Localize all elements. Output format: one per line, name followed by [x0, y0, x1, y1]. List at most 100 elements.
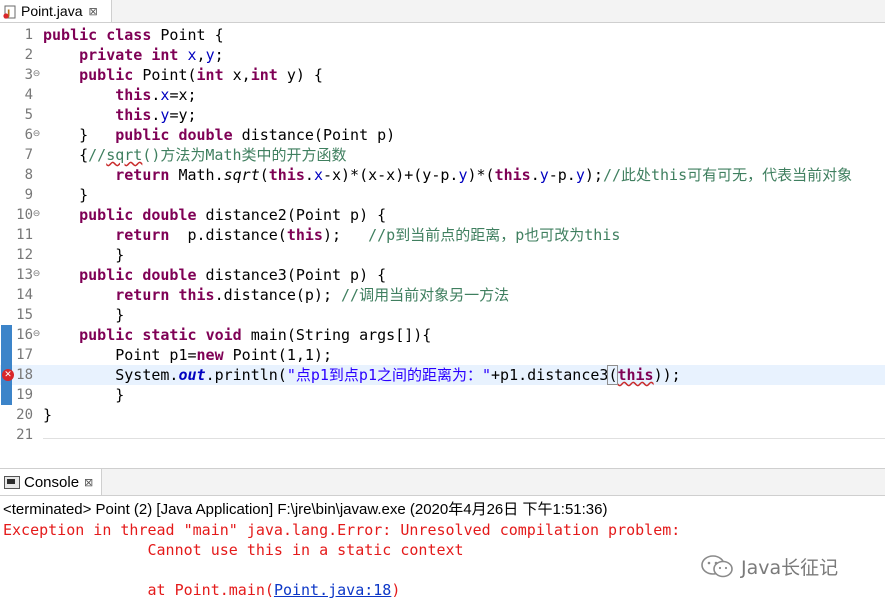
line-number: 6 — [24, 127, 33, 143]
code-token: Point { — [151, 26, 224, 44]
stack-prefix: at Point.main( — [75, 581, 274, 599]
console-tab[interactable]: Console ⊠ — [0, 469, 103, 495]
code-line[interactable]: 7 {//sqrt()方法为Math类中的开方函数 — [0, 145, 885, 165]
code-token: =y; — [169, 106, 197, 124]
code-line[interactable]: 16 ⊖ public static void main(String args[… — [0, 325, 885, 345]
line-number: 3 — [24, 67, 33, 83]
code-line[interactable]: 1 public class Point { — [0, 25, 885, 45]
code-token: -p. — [548, 166, 576, 184]
code-token: { — [43, 146, 89, 164]
code-token: public — [43, 26, 98, 44]
code-token: +p1.distance3 — [491, 366, 609, 384]
code-token: this — [268, 166, 305, 184]
code-token: "点p1到点p1之间的距离为：" — [286, 366, 492, 384]
code-line[interactable]: 12 } — [0, 245, 885, 265]
code-token: . — [304, 166, 314, 184]
code-token: out — [178, 366, 206, 384]
console-tab-bar: Console ⊠ — [0, 468, 885, 496]
fold-toggle-icon[interactable]: ⊖ — [32, 270, 41, 279]
line-number: 2 — [24, 47, 33, 63]
code-token: return — [115, 286, 170, 304]
line-number: 4 — [24, 87, 33, 103]
close-icon[interactable]: ⊠ — [84, 476, 93, 489]
code-token: private — [79, 46, 143, 64]
code-token: ; — [214, 46, 224, 64]
code-text: this.x=x; — [43, 85, 196, 105]
code-line[interactable]: 11 return p.distance(this); //p到当前点的距离，p… — [0, 225, 885, 245]
console-icon — [4, 475, 20, 489]
line-number: 14 — [16, 287, 33, 303]
code-line[interactable]: 6 ⊖ } public double distance(Point p) — [0, 125, 885, 145]
code-token: // — [88, 146, 107, 164]
code-line[interactable]: 19 } — [0, 385, 885, 405]
code-token: .distance(p); — [214, 286, 342, 304]
code-text: public class Point { — [43, 25, 224, 45]
code-line[interactable]: 17 Point p1=new Point(1,1); — [0, 345, 885, 365]
code-line[interactable]: ✕ 18 System.out.println("点p1到点p1之间的距离为："+… — [0, 365, 885, 385]
console-stack-line: at Point.main(Point.java:18) — [3, 580, 401, 600]
code-token: //此处this可有可无，代表当前对象 — [602, 166, 853, 184]
code-token: } — [43, 126, 116, 144]
line-number: 9 — [24, 187, 33, 203]
code-line[interactable]: 5 this.y=y; — [0, 105, 885, 125]
code-line[interactable]: 4 this.x=x; — [0, 85, 885, 105]
code-token: } — [43, 246, 125, 264]
code-token: sqrt — [223, 166, 260, 184]
console-tab-label: Console — [24, 473, 80, 491]
code-line[interactable]: 13 ⊖ public double distance3(Point p) { — [0, 265, 885, 285]
code-line[interactable]: 15 } — [0, 305, 885, 325]
code-text: } — [43, 245, 124, 265]
code-token: int — [151, 46, 179, 64]
console-status: <terminated> Point (2) [Java Application… — [3, 501, 608, 518]
line-number: 13 — [16, 267, 33, 283]
code-line[interactable]: 8 return Math.sqrt(this.x-x)*(x-x)+(y-p.… — [0, 165, 885, 185]
code-token: ); — [322, 226, 369, 244]
line-number: 11 — [16, 227, 33, 243]
code-token: )); — [653, 366, 681, 384]
code-token: //调用当前对象另一方法 — [341, 286, 510, 304]
code-line[interactable]: 2 private int x,y; — [0, 45, 885, 65]
code-text: System.out.println("点p1到点p1之间的距离为："+p1.d… — [43, 365, 681, 385]
code-editor[interactable]: 1 public class Point {2 private int x,y; 3… — [0, 23, 885, 439]
code-token: main(String args[]){ — [241, 326, 432, 344]
code-token: public — [79, 66, 134, 84]
code-token: ); — [584, 166, 603, 184]
code-line[interactable]: 3 ⊖ public Point(int x,int y) { — [0, 65, 885, 85]
horizontal-scrollbar[interactable]: < — [43, 438, 885, 439]
code-text: Point p1=new Point(1,1); — [43, 345, 332, 365]
code-line[interactable]: 20} — [0, 405, 885, 425]
fold-toggle-icon[interactable]: ⊖ — [32, 130, 41, 139]
code-token: void — [205, 326, 242, 344]
code-line[interactable]: 14 return this.distance(p); //调用当前对象另一方法 — [0, 285, 885, 305]
code-line[interactable]: 9 } — [0, 185, 885, 205]
line-number: 17 — [16, 347, 33, 363]
source-link[interactable]: Point.java:18 — [274, 581, 391, 599]
code-line[interactable]: 10 ⊖ public double distance2(Point p) { — [0, 205, 885, 225]
code-token: this — [494, 166, 531, 184]
code-token: x — [313, 166, 323, 184]
code-token: public — [79, 326, 134, 344]
code-text: return Math.sqrt(this.x-x)*(x-x)+(y-p.y)… — [43, 165, 852, 185]
close-icon[interactable]: ⊠ — [88, 5, 97, 18]
code-token: y — [539, 166, 549, 184]
console-error-message: Cannot use this in a static context — [75, 541, 464, 559]
console-error-line: Cannot use this in a static context — [3, 540, 464, 560]
line-number: 15 — [16, 307, 33, 323]
code-token: distance(Point p) — [232, 126, 396, 144]
code-line[interactable]: 21 — [0, 425, 885, 439]
fold-toggle-icon[interactable]: ⊖ — [32, 70, 41, 79]
line-number: 1 — [24, 27, 33, 43]
editor-tab-point-java[interactable]: J Point.java ⊠ — [0, 0, 112, 22]
fold-toggle-icon[interactable]: ⊖ — [32, 210, 41, 219]
code-text: return this.distance(p); //调用当前对象另一方法 — [43, 285, 509, 305]
code-token: y) { — [277, 66, 323, 84]
fold-toggle-icon[interactable]: ⊖ — [32, 330, 41, 339]
